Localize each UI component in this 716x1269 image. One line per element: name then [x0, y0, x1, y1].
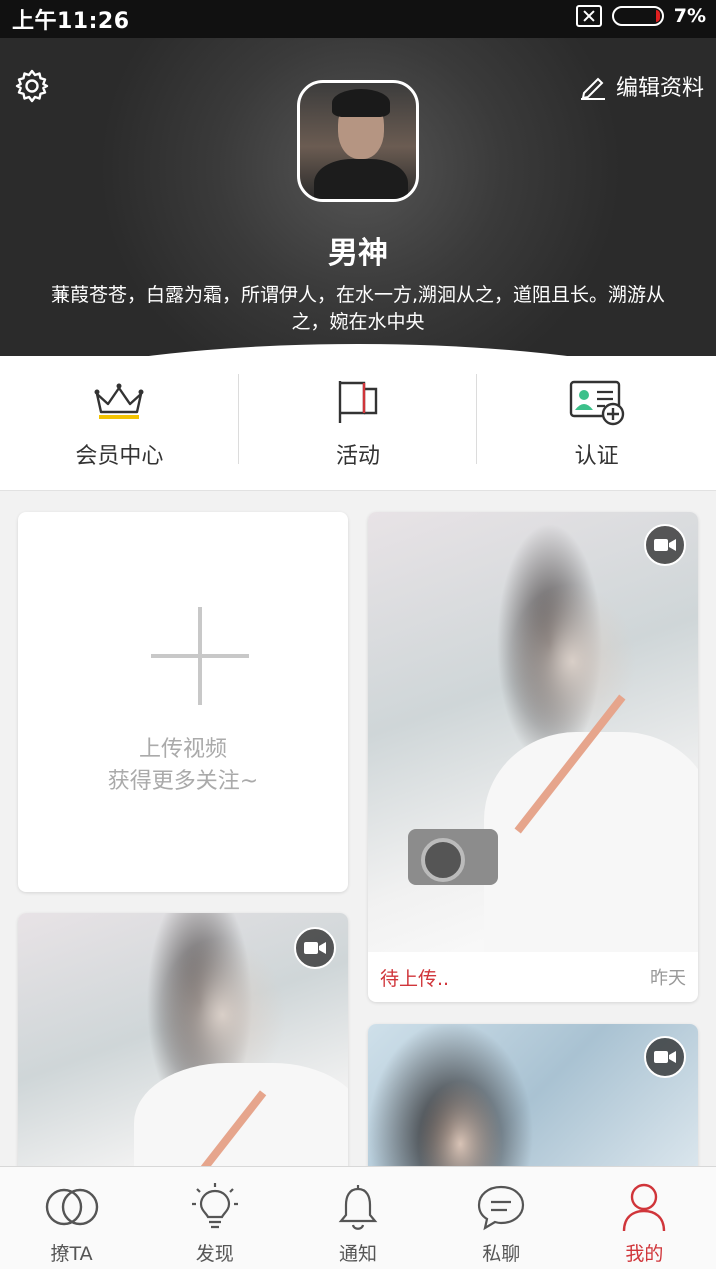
profile-bio: 蒹葭苍苍，白露为霜，所谓伊人，在水一方,溯洄从之，道阻且长。溯游从之，婉在水中央 — [50, 284, 666, 333]
upload-status: 待上传.. — [380, 967, 450, 990]
edit-profile-button[interactable]: 编辑资料 — [578, 70, 704, 102]
nav-item-liao-ta[interactable]: 撩TA — [0, 1167, 143, 1269]
certification-label: 认证 — [574, 444, 619, 469]
upload-video-card[interactable]: 上传视频 获得更多关注~ — [18, 512, 348, 892]
quick-menu: 会员中心 活动 认证 — [0, 356, 716, 491]
nav-label: 撩TA — [50, 1243, 93, 1265]
lightbulb-icon — [191, 1183, 238, 1229]
chat-icon — [478, 1185, 525, 1231]
nav-item-discover[interactable]: 发现 — [143, 1167, 286, 1269]
vip-center-button[interactable]: 会员中心 — [0, 356, 239, 490]
edit-profile-label: 编辑资料 — [615, 76, 704, 101]
nav-item-messages[interactable]: 私聊 — [430, 1167, 573, 1269]
pencil-icon — [580, 77, 605, 100]
bell-icon — [338, 1185, 378, 1230]
bottom-nav: 撩TA 发现 通知 私聊 我的 — [0, 1166, 716, 1269]
plus-icon — [151, 607, 249, 705]
flag-icon — [338, 381, 378, 423]
video-card[interactable]: 待上传.. 昨天 — [368, 512, 698, 1002]
video-card-footer: 待上传.. 昨天 — [368, 952, 698, 1002]
activity-label: 活动 — [336, 444, 381, 469]
certification-button[interactable]: 认证 — [477, 356, 716, 490]
status-bar: 上午11:26 7% — [0, 0, 716, 38]
video-camera-icon — [644, 1036, 686, 1078]
upload-time: 昨天 — [650, 968, 686, 989]
upload-hint: 上传视频 获得更多关注~ — [18, 734, 348, 798]
no-sim-icon — [575, 5, 602, 27]
settings-button[interactable] — [14, 68, 50, 104]
upload-hint-line2: 获得更多关注~ — [107, 769, 259, 794]
profile-name: 男神 — [328, 236, 388, 271]
nav-label: 通知 — [339, 1243, 378, 1265]
rings-icon — [45, 1188, 98, 1226]
user-icon — [623, 1183, 666, 1232]
gear-icon — [15, 69, 49, 103]
video-camera-icon — [644, 524, 686, 566]
upload-hint-line1: 上传视频 — [138, 737, 227, 762]
crown-icon — [94, 383, 144, 419]
avatar[interactable] — [297, 80, 419, 202]
vip-center-label: 会员中心 — [75, 444, 164, 469]
nav-item-mine[interactable]: 我的 — [573, 1167, 716, 1269]
profile-header: 编辑资料 男神 蒹葭苍苍，白露为霜，所谓伊人，在水一方,溯洄从之，道阻且长。溯游… — [0, 38, 716, 358]
activity-button[interactable]: 活动 — [239, 356, 478, 490]
nav-label: 发现 — [195, 1243, 234, 1265]
id-card-add-icon — [569, 380, 624, 426]
video-thumbnail — [368, 512, 698, 952]
nav-label: 我的 — [625, 1243, 664, 1265]
nav-label: 私聊 — [482, 1243, 521, 1265]
status-indicators: 7% — [575, 5, 706, 27]
status-time: 上午11:26 — [12, 9, 130, 34]
video-camera-icon — [294, 927, 336, 969]
nav-item-notifications[interactable]: 通知 — [286, 1167, 429, 1269]
battery-icon — [611, 6, 664, 26]
battery-percent: 7% — [673, 5, 706, 27]
